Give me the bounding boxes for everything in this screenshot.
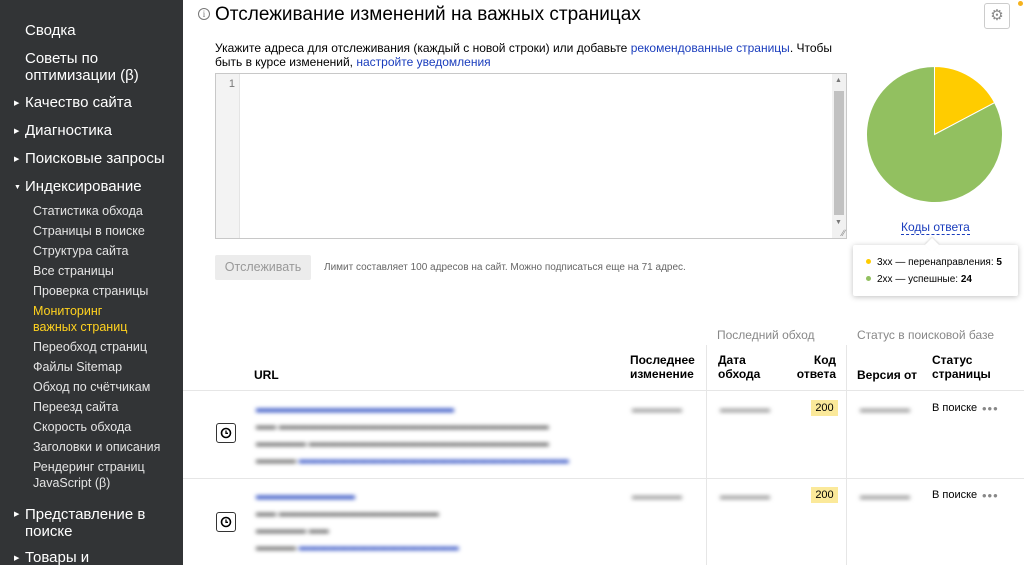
last-change-date: ▬▬▬▬▬ bbox=[632, 404, 682, 415]
gear-icon: ⚙ bbox=[990, 7, 1004, 24]
crawl-date: ▬▬▬▬▬ bbox=[720, 404, 770, 415]
page-title: Отслеживание изменений на важных страниц… bbox=[215, 4, 641, 25]
sidebar-item-counter-crawl[interactable]: Обход по счётчикам bbox=[33, 379, 150, 395]
sidebar-section-products[interactable]: ▶ Товары и bbox=[14, 549, 89, 565]
col-response-code[interactable]: Код ответа bbox=[796, 353, 836, 381]
scrollbar-thumb[interactable] bbox=[834, 91, 844, 215]
sidebar-item-page-check[interactable]: Проверка страницы bbox=[33, 283, 148, 299]
resize-handle-icon[interactable]: ∕∕ bbox=[842, 228, 845, 238]
tooltip-row-2xx: 2xx — успешные: 24 bbox=[866, 274, 972, 285]
sidebar: Сводка Советы по оптимизации (β) ▶ Качест… bbox=[0, 0, 183, 565]
sidebar-item-crawl-stats[interactable]: Статистика обхода bbox=[33, 203, 143, 219]
response-codes-link[interactable]: Коды ответа bbox=[901, 220, 970, 235]
sidebar-item-pages-in-search[interactable]: Страницы в поиске bbox=[33, 223, 145, 239]
settings-button[interactable]: ⚙ bbox=[984, 3, 1010, 29]
caret-down-icon: ▼ bbox=[14, 184, 21, 191]
legend-dot-2xx bbox=[866, 276, 871, 281]
page-title-meta: ▬▬ ▬▬▬▬▬▬▬▬▬▬▬▬▬▬▬▬ bbox=[256, 508, 439, 519]
group-search-status: Статус в поисковой базе bbox=[857, 328, 995, 342]
col-version-from[interactable]: Версия от bbox=[857, 368, 917, 382]
page-url-link[interactable]: ▬▬▬▬▬▬▬▬▬ bbox=[256, 490, 355, 502]
page-status: В поиске bbox=[932, 489, 978, 501]
notification-dot bbox=[1018, 1, 1023, 6]
col-last-change[interactable]: Последнее изменение bbox=[630, 353, 700, 381]
legend-dot-3xx bbox=[866, 259, 871, 264]
col-url[interactable]: URL bbox=[254, 368, 279, 382]
response-code-badge: 200 bbox=[811, 487, 838, 503]
caret-right-icon: ▶ bbox=[14, 100, 20, 107]
clock-icon bbox=[220, 427, 232, 439]
page-canonical-meta: ▬▬▬▬ ▬▬▬▬▬▬▬▬▬▬▬▬▬▬▬▬ bbox=[256, 542, 459, 553]
line-number-gutter: 1 bbox=[216, 74, 240, 238]
history-button[interactable] bbox=[216, 423, 236, 443]
caret-right-icon: ▶ bbox=[14, 128, 20, 135]
setup-notifications-link[interactable]: настройте уведомления bbox=[356, 55, 490, 69]
sidebar-item-all-pages[interactable]: Все страницы bbox=[33, 263, 114, 279]
last-change-date: ▬▬▬▬▬ bbox=[632, 491, 682, 502]
version-date: ▬▬▬▬▬ bbox=[860, 404, 910, 415]
tooltip-row-3xx: 3xx — перенаправления: 5 bbox=[866, 257, 1002, 268]
url-editor[interactable]: 1 ▲ ▼ ∕∕ bbox=[215, 73, 847, 239]
page-url-link[interactable]: ▬▬▬▬▬▬▬▬▬▬▬▬▬▬▬▬▬▬ bbox=[256, 403, 454, 415]
clock-icon bbox=[220, 516, 232, 528]
sidebar-item-crawl-speed[interactable]: Скорость обхода bbox=[33, 419, 131, 435]
scroll-down-icon[interactable]: ▼ bbox=[835, 219, 842, 226]
track-button[interactable]: Отслеживать bbox=[215, 255, 311, 280]
caret-right-icon: ▶ bbox=[14, 156, 20, 163]
sidebar-section-search-queries[interactable]: ▶ Поисковые запросы bbox=[14, 150, 165, 168]
sidebar-item-recrawl[interactable]: Переобход страниц bbox=[33, 339, 147, 355]
page-status: В поиске bbox=[932, 402, 978, 414]
scroll-up-icon[interactable]: ▲ bbox=[835, 77, 842, 84]
sidebar-item-titles[interactable]: Заголовки и описания bbox=[33, 439, 160, 455]
page-title-meta: ▬▬ ▬▬▬▬▬▬▬▬▬▬▬▬▬▬▬▬▬▬▬▬▬▬▬▬▬▬▬ bbox=[256, 421, 549, 432]
more-actions-button[interactable]: ••• bbox=[982, 488, 999, 503]
limit-text: Лимит составляет 100 адресов на сайт. Мо… bbox=[324, 262, 686, 273]
sidebar-item-site-structure[interactable]: Структура сайта bbox=[33, 243, 129, 259]
caret-right-icon: ▶ bbox=[14, 511, 20, 518]
page-canonical-meta: ▬▬▬▬ ▬▬▬▬▬▬▬▬▬▬▬▬▬▬▬▬▬▬▬▬▬▬▬▬▬▬▬ bbox=[256, 455, 569, 466]
page-description-meta: ▬▬▬▬▬ ▬▬▬▬▬▬▬▬▬▬▬▬▬▬▬▬▬▬▬▬▬▬▬▬ bbox=[256, 438, 549, 449]
history-button[interactable] bbox=[216, 512, 236, 532]
pie-tooltip: 3xx — перенаправления: 5 2xx — успешные:… bbox=[853, 237, 1018, 296]
sidebar-section-site-quality[interactable]: ▶ Качество сайта bbox=[14, 94, 132, 112]
recommended-pages-link[interactable]: рекомендованные страницы bbox=[631, 41, 790, 55]
group-last-crawl: Последний обход bbox=[717, 328, 815, 342]
response-codes-pie[interactable] bbox=[866, 66, 1003, 203]
sidebar-section-diagnostics[interactable]: ▶ Диагностика bbox=[14, 122, 112, 140]
sidebar-item-site-move[interactable]: Переезд сайта bbox=[33, 399, 118, 415]
sidebar-item-js-rendering[interactable]: Рендеринг страниц JavaScript (β) bbox=[33, 459, 153, 491]
sidebar-section-search-appearance[interactable]: ▶ Представление в поиске bbox=[14, 506, 164, 540]
more-actions-button[interactable]: ••• bbox=[982, 401, 999, 416]
sidebar-item-tips[interactable]: Советы по оптимизации (β) bbox=[25, 50, 145, 84]
caret-right-icon: ▶ bbox=[14, 555, 20, 562]
crawl-date: ▬▬▬▬▬ bbox=[720, 491, 770, 502]
response-code-badge: 200 bbox=[811, 400, 838, 416]
sidebar-section-indexing[interactable]: ▼ Индексирование bbox=[14, 178, 142, 196]
col-crawl-date[interactable]: Дата обхода bbox=[718, 353, 768, 381]
info-icon[interactable]: i bbox=[198, 8, 210, 20]
description: Укажите адреса для отслеживания (каждый … bbox=[215, 41, 833, 69]
sidebar-item-important-pages[interactable]: Мониторинг важных страниц bbox=[33, 303, 143, 335]
sidebar-item-sitemap[interactable]: Файлы Sitemap bbox=[33, 359, 122, 375]
editor-scrollbar[interactable]: ▲ ▼ bbox=[832, 74, 846, 238]
sidebar-item-summary[interactable]: Сводка bbox=[25, 22, 76, 39]
version-date: ▬▬▬▬▬ bbox=[860, 491, 910, 502]
col-page-status[interactable]: Статус страницы bbox=[932, 353, 1002, 381]
page-description-meta: ▬▬▬▬▬ ▬▬ bbox=[256, 525, 329, 536]
